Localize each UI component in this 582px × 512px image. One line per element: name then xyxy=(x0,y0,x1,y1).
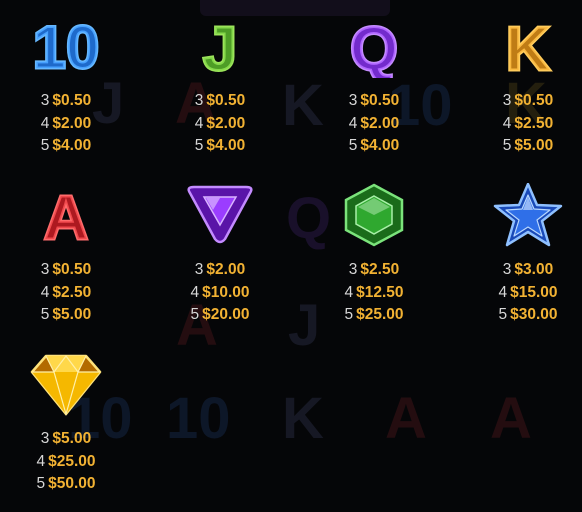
svg-text:J: J xyxy=(203,15,237,78)
pay-row-4: 4 $2.00 xyxy=(348,114,400,132)
pay-row-4: 4 $12.50 xyxy=(344,283,404,301)
purple-triangle-gem-icon xyxy=(182,183,258,247)
bg-ace-glyph: A xyxy=(385,386,427,451)
pay-row-4: 4 $2.00 xyxy=(194,114,246,132)
pay-row-5: 5 $4.00 xyxy=(348,137,400,154)
pay-row-3: 3 $0.50 xyxy=(502,92,554,109)
svg-text:A: A xyxy=(44,184,89,247)
green-hexagon-gem-icon xyxy=(336,183,412,247)
pay-row-5: 5 $30.00 xyxy=(498,306,558,323)
bg-ten-glyph: 10 xyxy=(166,386,231,451)
pay-row-5: 5 $5.00 xyxy=(502,137,554,154)
pay-row-3: 3 $0.50 xyxy=(40,92,92,109)
pay-row-4: 4 $2.50 xyxy=(40,283,92,301)
pay-row-4: 4 $2.00 xyxy=(40,114,92,132)
pay-row-3: 3 $0.50 xyxy=(348,92,400,109)
yellow-diamond-icon xyxy=(28,352,104,416)
paytable-screen: J A K 10 K Q J A 10 K A A 10 10 10 3 $0.5… xyxy=(0,0,582,512)
ten-icon: 10 10 xyxy=(28,14,104,78)
jack-icon: J J xyxy=(182,14,258,78)
ace-icon: A A xyxy=(28,183,104,247)
pay-row-3: 3 $3.00 xyxy=(502,261,554,278)
pay-row-5: 5 $4.00 xyxy=(40,137,92,154)
pay-row-3: 3 $0.50 xyxy=(40,261,92,278)
pay-row-4: 4 $2.50 xyxy=(502,114,554,132)
paytable-cell-jack: J J 3 $0.50 4 $2.00 5 $4.00 xyxy=(160,14,280,174)
pay-row-3: 3 $5.00 xyxy=(40,430,92,447)
pay-row-5: 5 $5.00 xyxy=(40,306,92,323)
paytable-cell-blue-star: 3 $3.00 4 $15.00 5 $30.00 xyxy=(468,183,582,343)
bg-ace-glyph: A xyxy=(490,386,532,451)
pay-row-3: 3 $2.00 xyxy=(194,261,246,278)
pay-row-4: 4 $25.00 xyxy=(36,452,96,470)
svg-text:K: K xyxy=(506,15,551,78)
pay-row-5: 5 $50.00 xyxy=(36,475,96,492)
paytable-cell-ace: A A 3 $0.50 4 $2.50 5 $5.00 xyxy=(6,183,126,343)
king-icon: K K xyxy=(490,14,566,78)
blue-star-icon xyxy=(490,183,566,247)
paytable-cell-green-gem: 3 $2.50 4 $12.50 5 $25.00 xyxy=(314,183,434,343)
paytable-cell-ten: 10 10 3 $0.50 4 $2.00 5 $4.00 xyxy=(6,14,126,174)
pay-row-3: 3 $2.50 xyxy=(348,261,400,278)
svg-text:10: 10 xyxy=(33,14,100,78)
pay-row-5: 5 $20.00 xyxy=(190,306,250,323)
pay-row-4: 4 $15.00 xyxy=(498,283,558,301)
pay-row-4: 4 $10.00 xyxy=(190,283,250,301)
paytable-cell-king: K K 3 $0.50 4 $2.50 5 $5.00 xyxy=(468,14,582,174)
paytable-cell-queen: Q Q 3 $0.50 4 $2.00 5 $4.00 xyxy=(314,14,434,174)
svg-text:Q: Q xyxy=(350,15,398,78)
paytable-cell-purple-gem: 3 $2.00 4 $10.00 5 $20.00 xyxy=(160,183,280,343)
queen-icon: Q Q xyxy=(336,14,412,78)
pay-row-5: 5 $4.00 xyxy=(194,137,246,154)
paytable-cell-yellow-diamond: 3 $5.00 4 $25.00 5 $50.00 xyxy=(6,352,126,512)
bg-king-glyph: K xyxy=(282,386,324,451)
pay-row-5: 5 $25.00 xyxy=(344,306,404,323)
pay-row-3: 3 $0.50 xyxy=(194,92,246,109)
